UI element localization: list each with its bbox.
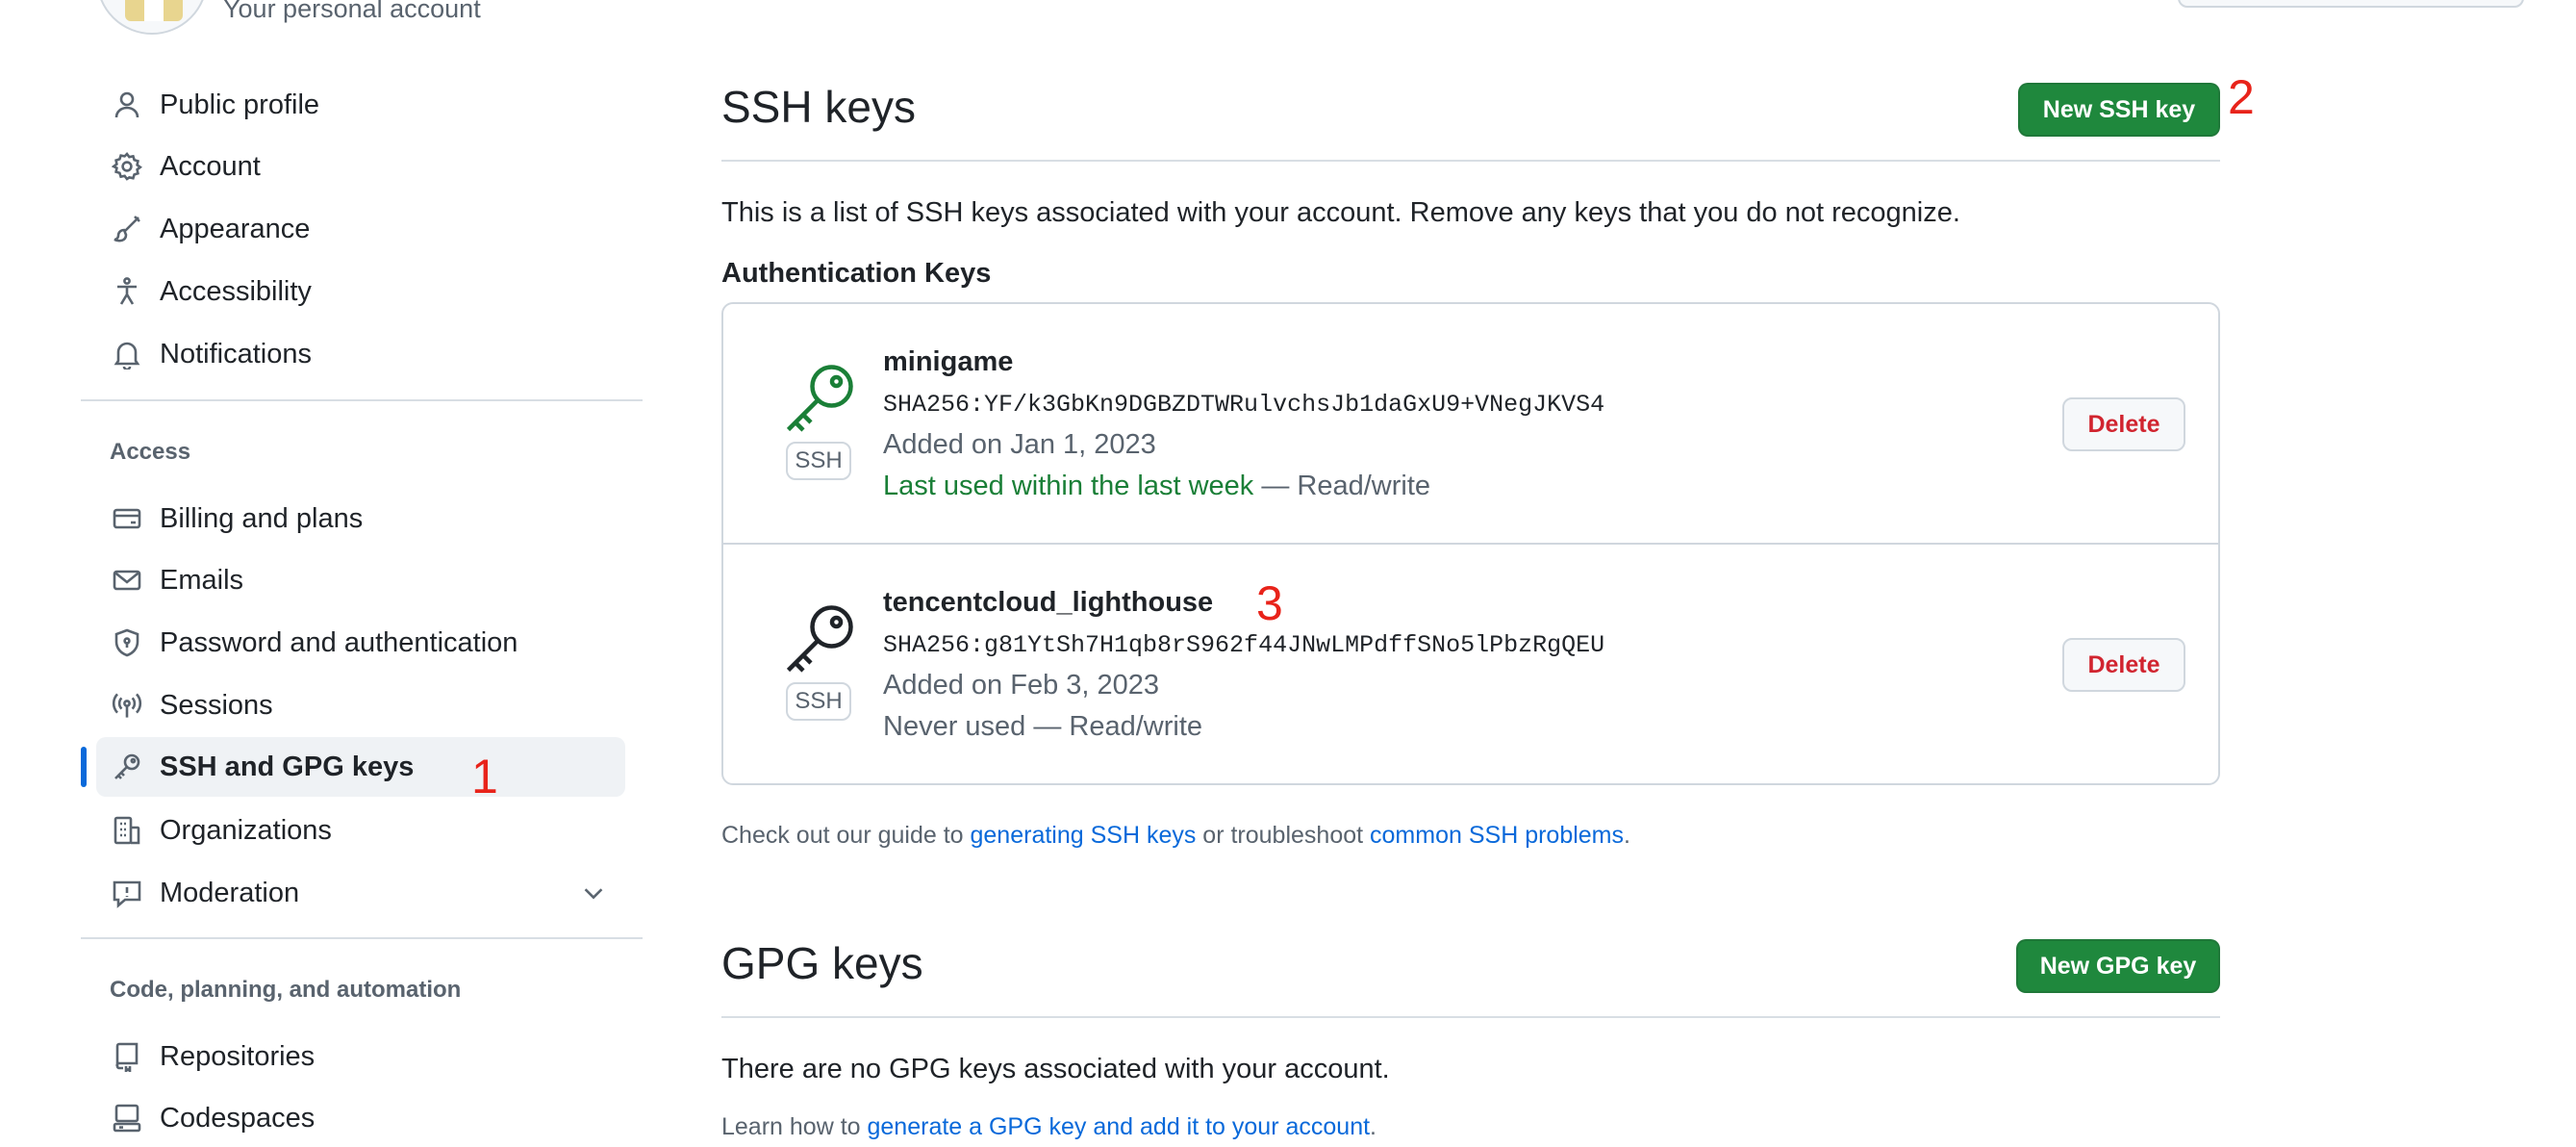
learn-suffix: . [1370, 1113, 1376, 1140]
repo-icon [110, 1039, 144, 1074]
chevron-down-icon[interactable] [579, 879, 608, 907]
learn-prefix: Learn how to [721, 1113, 868, 1140]
sidebar-item-account[interactable]: Account [96, 137, 625, 196]
sidebar-section-access: Access [110, 439, 191, 465]
sidebar-item-label: Accessibility [160, 275, 312, 307]
person-icon [110, 88, 144, 122]
account-subtitle: Your personal account [223, 0, 481, 23]
sidebar-item-label: Password and authentication [160, 626, 518, 658]
sidebar-item-label: Organizations [160, 814, 332, 846]
delete-key-button[interactable]: Delete [2062, 638, 2185, 692]
generate-gpg-key-link[interactable]: generate a GPG key and add it to your ac… [868, 1113, 1371, 1140]
key-icon [786, 605, 853, 673]
key-fingerprint: SHA256:g81YtSh7H1qb8rS962f44JNwLMPdffSNo… [883, 631, 1605, 659]
key-fingerprint: SHA256:YF/k3GbKn9DGBZDTWRulvchsJb1daGxU9… [883, 391, 1605, 419]
generating-ssh-keys-link[interactable]: generating SSH keys [971, 822, 1197, 849]
sidebar-item-ssh-gpg-keys[interactable]: SSH and GPG keys [96, 737, 625, 797]
guide-suffix: . [1624, 822, 1630, 849]
sidebar-divider [81, 399, 643, 401]
key-name: minigame [883, 346, 1014, 377]
sidebar-item-label: Codespaces [160, 1102, 316, 1134]
sidebar-item-sessions[interactable]: Sessions [96, 675, 625, 735]
sidebar-item-label: Appearance [160, 213, 311, 244]
key-added-date: Added on Feb 3, 2023 [883, 670, 1160, 701]
common-ssh-problems-link[interactable]: common SSH problems [1370, 822, 1624, 849]
active-indicator [81, 747, 87, 787]
key-usage: Last used within the last week — Read/wr… [883, 471, 1430, 502]
avatar[interactable] [96, 0, 208, 35]
gpg-empty-text: There are no GPG keys associated with yo… [721, 1054, 1390, 1084]
key-added-date: Added on Jan 1, 2023 [883, 429, 1156, 460]
annotation-marker-1: 1 [471, 750, 498, 803]
sidebar-item-label: Repositories [160, 1040, 316, 1072]
sidebar-divider [81, 937, 643, 939]
sidebar-item-appearance[interactable]: Appearance [96, 199, 625, 259]
credit-card-icon [110, 501, 144, 536]
go-to-profile-button[interactable] [2178, 0, 2524, 8]
key-icon [110, 750, 144, 784]
ssh-description: This is a list of SSH keys associated wi… [721, 197, 1960, 228]
broadcast-icon [110, 688, 144, 723]
guide-middle: or troubleshoot [1196, 822, 1371, 849]
new-gpg-key-button[interactable]: New GPG key [2016, 939, 2220, 993]
ssh-badge: SSH [786, 682, 851, 721]
accessibility-icon [110, 274, 144, 309]
sidebar-section-code: Code, planning, and automation [110, 977, 462, 1003]
sidebar-item-label: Sessions [160, 689, 273, 721]
section-divider [721, 1016, 2220, 1018]
gpg-learn-text: Learn how to generate a GPG key and add … [721, 1113, 1376, 1141]
sidebar-item-label: Emails [160, 564, 244, 596]
guide-prefix: Check out our guide to [721, 822, 971, 849]
key-divider [723, 543, 2218, 545]
paintbrush-icon [110, 212, 144, 246]
key-icon [786, 365, 853, 432]
annotation-marker-3: 3 [1256, 576, 1283, 630]
ssh-guide-text: Check out our guide to generating SSH ke… [721, 822, 1630, 850]
annotation-marker-2: 2 [2228, 70, 2255, 124]
sidebar-item-notifications[interactable]: Notifications [96, 324, 625, 384]
sidebar-item-moderation[interactable]: Moderation [96, 863, 625, 923]
ssh-keys-title: SSH keys [721, 82, 916, 132]
sidebar-item-password-authentication[interactable]: Password and authentication [96, 613, 625, 673]
bell-icon [110, 337, 144, 371]
sidebar-item-label: Public profile [160, 89, 320, 120]
shield-lock-icon [110, 625, 144, 660]
sidebar-item-repositories[interactable]: Repositories [96, 1027, 625, 1086]
report-icon [110, 876, 144, 910]
sidebar-item-billing[interactable]: Billing and plans [96, 489, 625, 548]
new-ssh-key-button[interactable]: New SSH key [2018, 83, 2220, 137]
sidebar-item-label: Notifications [160, 338, 312, 370]
section-divider [721, 160, 2220, 162]
sidebar-item-label: Billing and plans [160, 502, 364, 534]
sidebar-item-label: Moderation [160, 877, 300, 908]
sidebar-item-codespaces[interactable]: Codespaces [96, 1088, 625, 1147]
gpg-keys-title: GPG keys [721, 938, 923, 988]
sidebar-item-accessibility[interactable]: Accessibility [96, 262, 625, 321]
authentication-keys-heading: Authentication Keys [721, 258, 992, 289]
gear-icon [110, 149, 144, 184]
codespaces-icon [110, 1101, 144, 1135]
sidebar-item-emails[interactable]: Emails [96, 550, 625, 610]
mail-icon [110, 563, 144, 598]
sidebar-item-label: SSH and GPG keys [160, 751, 415, 782]
key-usage: Never used — Read/write [883, 711, 1203, 742]
key-last-used: Last used within the last week [883, 471, 1254, 501]
ssh-badge: SSH [786, 442, 851, 480]
key-name: tencentcloud_lighthouse [883, 587, 1214, 618]
delete-key-button[interactable]: Delete [2062, 397, 2185, 451]
key-access: — Read/write [1253, 471, 1431, 501]
sidebar-item-label: Account [160, 150, 261, 182]
organization-icon [110, 813, 144, 848]
sidebar-item-organizations[interactable]: Organizations [96, 801, 625, 860]
sidebar-item-public-profile[interactable]: Public profile [96, 75, 625, 135]
